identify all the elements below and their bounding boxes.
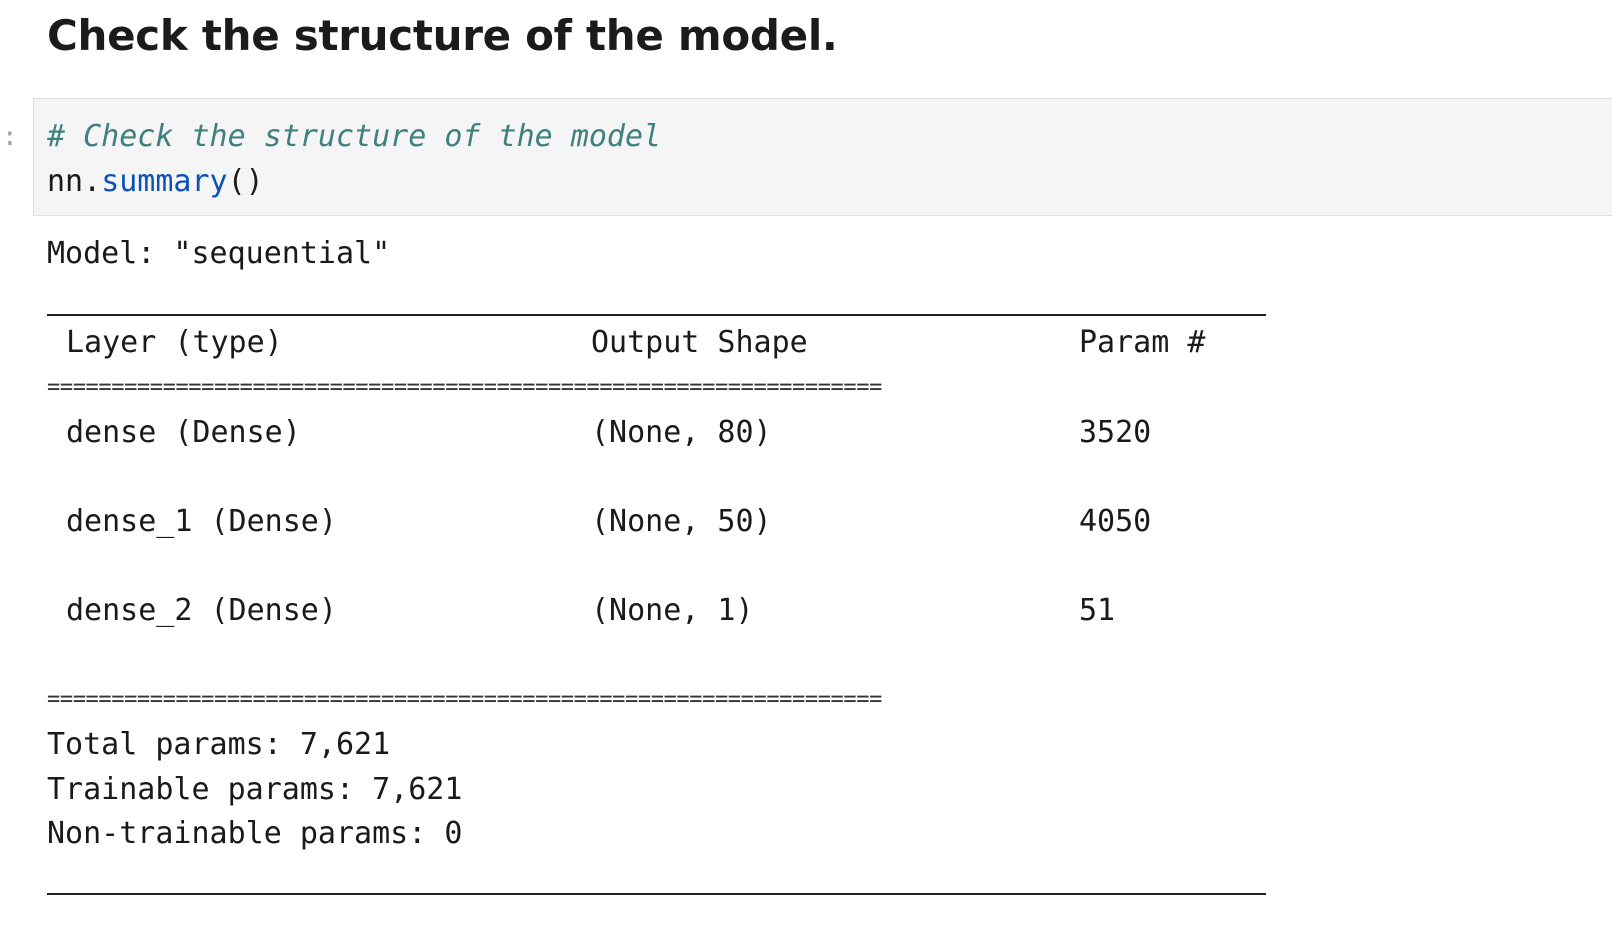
code-comment: # Check the structure of the model — [47, 119, 662, 154]
row-layer-name: dense (Dense) — [66, 415, 301, 450]
row-param-count: 51 — [1079, 593, 1116, 628]
code-cell-input[interactable]: # Check the structure of the model nn.su… — [33, 98, 1612, 216]
cell-prompt: : — [2, 122, 18, 152]
code-comment-line: # Check the structure of the model — [47, 115, 661, 159]
code-dot: . — [83, 164, 102, 199]
row-param-count: 4050 — [1079, 504, 1152, 539]
header-output-shape: Output Shape — [591, 325, 808, 360]
bottom-rule — [47, 893, 1266, 895]
header-layer-type: Layer (type) — [66, 325, 283, 360]
markdown-heading: Check the structure of the model. — [47, 11, 838, 60]
trainable-params: Trainable params: 7,621 — [47, 772, 463, 807]
model-name-line: Model: "sequential" — [47, 236, 391, 271]
code-parens: () — [227, 164, 264, 199]
row-layer-name: dense_1 (Dense) — [66, 504, 337, 539]
code-object-name: nn — [47, 164, 84, 199]
row-output-shape: (None, 1) — [591, 593, 754, 628]
row-param-count: 3520 — [1079, 415, 1152, 450]
row-layer-name: dense_2 (Dense) — [66, 593, 337, 628]
header-separator: ========================================… — [47, 380, 882, 396]
total-params: Total params: 7,621 — [47, 727, 391, 762]
row-output-shape: (None, 50) — [591, 504, 772, 539]
row-output-shape: (None, 80) — [591, 415, 772, 450]
code-statement-line: nn.summary() — [47, 160, 264, 204]
non-trainable-params: Non-trainable params: 0 — [47, 816, 463, 851]
code-method-name: summary — [101, 164, 228, 199]
header-param-count: Param # — [1079, 325, 1206, 360]
footer-separator: ========================================… — [47, 692, 882, 708]
top-rule — [47, 314, 1266, 316]
